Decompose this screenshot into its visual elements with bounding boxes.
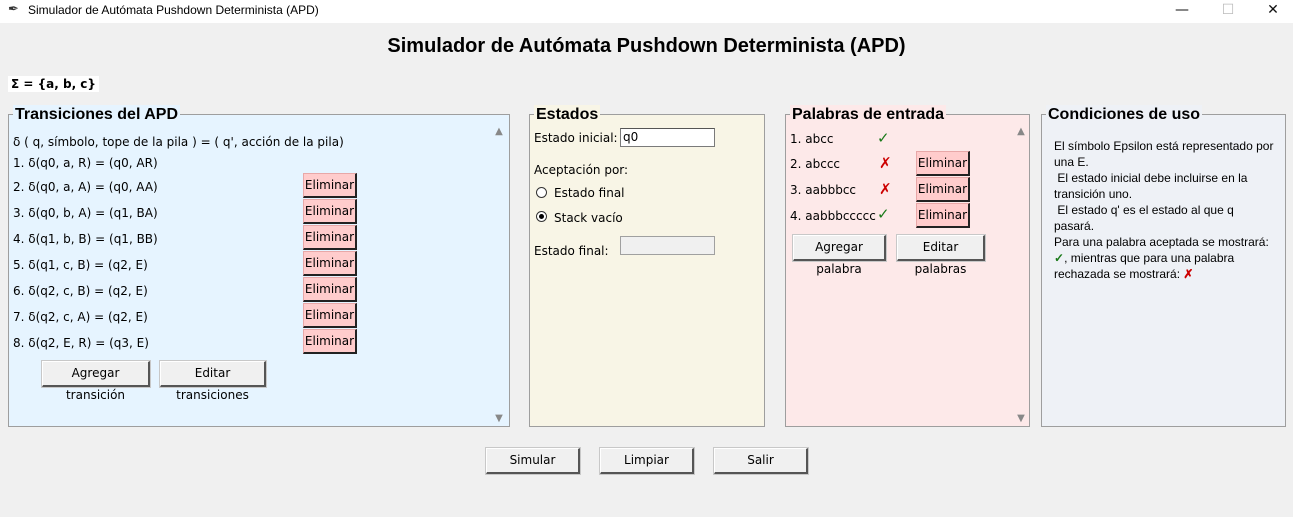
transitions-title: Transiciones del APD: [13, 105, 181, 125]
initial-state-input[interactable]: q0: [620, 128, 715, 147]
delete-word-2-button[interactable]: Eliminar: [916, 151, 970, 176]
delete-transition-2-button[interactable]: Eliminar: [303, 173, 357, 198]
clear-button[interactable]: Limpiar: [600, 448, 694, 474]
edit-transitions-button[interactable]: Editar transiciones: [160, 361, 266, 402]
delete-transition-6-button[interactable]: Eliminar: [303, 277, 357, 302]
states-title: Estados: [534, 105, 601, 125]
cross-icon: ✗: [1183, 267, 1194, 281]
transition-item: 4. δ(q1, b, B) = (q1, BB): [13, 232, 158, 246]
delete-transition-4-button[interactable]: Eliminar: [303, 225, 357, 250]
word-item: 3. aabbbcc: [790, 183, 857, 197]
final-state-input[interactable]: [620, 236, 715, 255]
final-state-radio[interactable]: [536, 187, 547, 198]
window-titlebar: ✒ Simulador de Autómata Pushdown Determi…: [0, 0, 1293, 23]
transition-item: 2. δ(q0, a, A) = (q0, AA): [13, 180, 158, 194]
close-icon[interactable]: ✕: [1250, 0, 1293, 23]
transition-item: 6. δ(q2, c, B) = (q2, E): [13, 284, 148, 298]
initial-state-label: Estado inicial:: [534, 131, 618, 145]
scroll-up-icon[interactable]: ▲: [1013, 126, 1029, 137]
rejected-cross-icon: ✗: [879, 154, 892, 172]
delete-transition-3-button[interactable]: Eliminar: [303, 199, 357, 224]
empty-stack-option-label: Stack vacío: [554, 211, 623, 225]
transitions-scrollbar[interactable]: ▲ ▼: [491, 126, 507, 424]
condition-line: El estado q' es el estado al que q pasar…: [1054, 203, 1238, 233]
condition-line: Para una palabra aceptada se mostrará: ✓…: [1054, 234, 1276, 282]
delete-transition-8-button[interactable]: Eliminar: [303, 329, 357, 354]
scroll-down-icon[interactable]: ▼: [491, 413, 507, 424]
conditions-title: Condiciones de uso: [1046, 105, 1203, 125]
condition-text: , mientras que para una palabra rechazad…: [1054, 251, 1235, 281]
condition-line: El símbolo Epsilon está representado por…: [1054, 139, 1274, 169]
delete-transition-5-button[interactable]: Eliminar: [303, 251, 357, 276]
page-title: Simulador de Autómata Pushdown Determini…: [387, 35, 906, 57]
delete-transition-7-button[interactable]: Eliminar: [303, 303, 357, 328]
delete-word-4-button[interactable]: Eliminar: [916, 203, 970, 228]
delete-word-3-button[interactable]: Eliminar: [916, 177, 970, 202]
transition-item: 5. δ(q1, c, B) = (q2, E): [13, 258, 148, 272]
transition-item: 1. δ(q0, a, R) = (q0, AR): [13, 156, 158, 170]
edit-words-button[interactable]: Editar palabras: [897, 235, 985, 276]
condition-line: El estado inicial debe incluirse en la t…: [1054, 171, 1251, 201]
simulate-button[interactable]: Simular: [486, 448, 580, 474]
words-scrollbar[interactable]: ▲ ▼: [1013, 126, 1029, 424]
condition-text: Para una palabra aceptada se mostrará:: [1054, 235, 1269, 249]
final-state-option-label: Estado final: [554, 186, 625, 200]
exit-button[interactable]: Salir: [714, 448, 808, 474]
transition-item: 8. δ(q2, E, R) = (q3, E): [13, 336, 149, 350]
accepted-check-icon: ✓: [877, 205, 890, 223]
scroll-up-icon[interactable]: ▲: [491, 126, 507, 137]
alphabet-label: Σ = {a, b, c}: [8, 76, 99, 92]
minimize-icon[interactable]: —: [1159, 0, 1205, 23]
check-icon: ✓: [1054, 251, 1065, 265]
accepted-check-icon: ✓: [877, 129, 890, 147]
rejected-cross-icon: ✗: [879, 180, 892, 198]
feather-icon: ✒: [8, 2, 19, 17]
acceptance-label: Aceptación por:: [534, 163, 629, 177]
maximize-icon[interactable]: ☐: [1205, 0, 1251, 23]
word-item: 4. aabbbccccc: [790, 209, 876, 223]
final-state-label: Estado final:: [534, 244, 609, 258]
word-item: 2. abccc: [790, 157, 841, 171]
states-panel: [529, 114, 765, 427]
add-transition-button[interactable]: Agregar transición: [42, 361, 150, 402]
word-item: 1. abcc: [790, 132, 834, 146]
transition-item: 7. δ(q2, c, A) = (q2, E): [13, 310, 148, 324]
words-title: Palabras de entrada: [790, 105, 947, 125]
transitions-header: δ ( q, símbolo, tope de la pila ) = ( q'…: [13, 135, 344, 149]
transition-item: 3. δ(q0, b, A) = (q1, BA): [13, 206, 158, 220]
window-title: Simulador de Autómata Pushdown Determini…: [28, 3, 319, 17]
conditions-text: El símbolo Epsilon está representado por…: [1054, 138, 1276, 282]
scroll-down-icon[interactable]: ▼: [1013, 413, 1029, 424]
add-word-button[interactable]: Agregar palabra: [793, 235, 886, 276]
empty-stack-radio[interactable]: [536, 211, 547, 222]
